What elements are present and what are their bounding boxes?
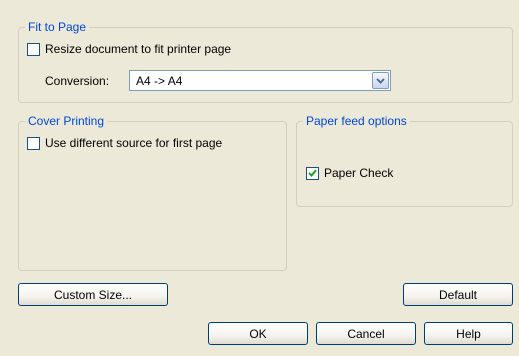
resize-document-checkbox[interactable] [27,42,40,56]
checkmark-icon [308,169,317,177]
different-source-checkbox-row[interactable]: Use different source for first page [27,136,222,150]
conversion-label: Conversion: [45,74,110,88]
paper-check-checkbox-row[interactable]: Paper Check [306,166,393,180]
different-source-checkbox[interactable] [27,136,40,150]
paper-feed-group: Paper feed options Paper Check [296,114,513,207]
custom-size-button[interactable]: Custom Size... [18,283,168,306]
fit-to-page-group: Fit to Page Resize document to fit print… [18,20,513,103]
cover-printing-title: Cover Printing [25,114,108,128]
conversion-select-value: A4 -> A4 [136,74,183,88]
chevron-down-icon[interactable] [372,72,389,89]
paper-feed-title: Paper feed options [303,114,410,128]
ok-button[interactable]: OK [208,322,308,345]
default-button[interactable]: Default [403,283,513,306]
resize-document-label: Resize document to fit printer page [45,42,232,56]
resize-document-checkbox-row[interactable]: Resize document to fit printer page [27,42,231,56]
different-source-label: Use different source for first page [45,136,223,150]
cover-printing-group: Cover Printing Use different source for … [18,114,287,271]
conversion-select[interactable]: A4 -> A4 [129,70,391,91]
cancel-button[interactable]: Cancel [316,322,416,345]
paper-check-checkbox[interactable] [306,166,319,180]
help-button[interactable]: Help [424,322,513,345]
paper-check-label: Paper Check [324,166,394,180]
fit-to-page-title: Fit to Page [25,20,90,34]
